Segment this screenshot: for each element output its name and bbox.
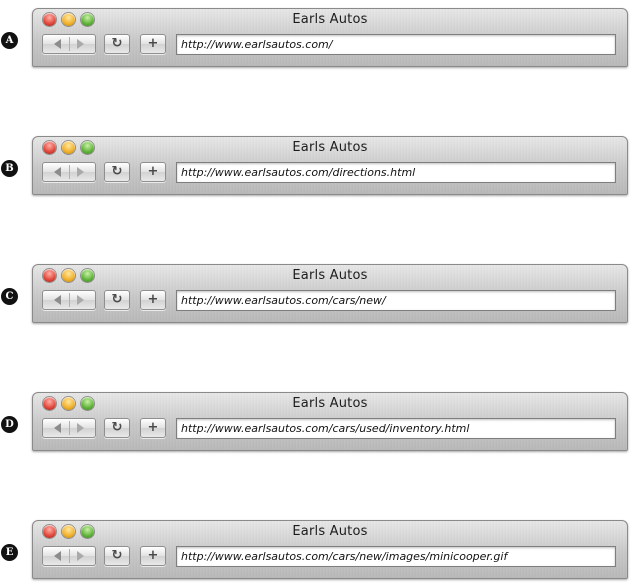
address-bar[interactable]: http://www.earlsautos.com/cars/new/: [176, 290, 616, 311]
window-title: Earls Autos: [292, 396, 368, 411]
reload-button[interactable]: ↻: [104, 162, 130, 182]
marker-badge: C: [1, 288, 18, 305]
back-forward-button[interactable]: [42, 34, 96, 54]
add-bookmark-button[interactable]: +: [140, 34, 166, 54]
browser-window: Earls Autos ↻ + http://www.earlsautos.co…: [32, 8, 628, 67]
forward-arrow-icon[interactable]: [77, 295, 84, 305]
back-arrow-icon[interactable]: [54, 295, 61, 305]
marker-badge: B: [1, 160, 18, 177]
browser-window: Earls Autos ↻ + http://www.earlsautos.co…: [32, 136, 628, 195]
divider: [69, 165, 70, 179]
plus-icon: +: [147, 36, 159, 51]
reload-button[interactable]: ↻: [104, 290, 130, 310]
marker-badge: A: [1, 32, 18, 49]
forward-arrow-icon[interactable]: [77, 39, 84, 49]
browser-window: Earls Autos ↻ + http://www.earlsautos.co…: [32, 264, 628, 323]
reload-icon: ↻: [111, 292, 123, 307]
back-forward-button[interactable]: [42, 162, 96, 182]
divider: [69, 421, 70, 435]
back-arrow-icon[interactable]: [54, 423, 61, 433]
forward-arrow-icon[interactable]: [77, 167, 84, 177]
window-title: Earls Autos: [292, 524, 368, 539]
add-bookmark-button[interactable]: +: [140, 546, 166, 566]
back-arrow-icon[interactable]: [54, 167, 61, 177]
window-title: Earls Autos: [292, 140, 368, 155]
browser-window: Earls Autos ↻ + http://www.earlsautos.co…: [32, 392, 628, 451]
back-forward-button[interactable]: [42, 290, 96, 310]
reload-icon: ↻: [111, 164, 123, 179]
forward-arrow-icon[interactable]: [77, 423, 84, 433]
address-bar[interactable]: http://www.earlsautos.com/: [176, 34, 616, 55]
browser-row-e: E Earls Autos ↻ + http://www.earlsautos.…: [0, 520, 638, 584]
marker-badge: D: [1, 416, 18, 433]
add-bookmark-button[interactable]: +: [140, 162, 166, 182]
reload-icon: ↻: [111, 36, 123, 51]
reload-icon: ↻: [111, 548, 123, 563]
window-title: Earls Autos: [292, 268, 368, 283]
plus-icon: +: [147, 420, 159, 435]
reload-button[interactable]: ↻: [104, 34, 130, 54]
address-bar[interactable]: http://www.earlsautos.com/cars/used/inve…: [176, 418, 616, 439]
marker-badge: E: [1, 544, 18, 561]
address-bar[interactable]: http://www.earlsautos.com/directions.htm…: [176, 162, 616, 183]
reload-button[interactable]: ↻: [104, 418, 130, 438]
plus-icon: +: [147, 548, 159, 563]
add-bookmark-button[interactable]: +: [140, 290, 166, 310]
plus-icon: +: [147, 292, 159, 307]
back-arrow-icon[interactable]: [54, 39, 61, 49]
browser-row-d: D Earls Autos ↻ + http://www.earlsautos.…: [0, 392, 638, 456]
window-title: Earls Autos: [292, 12, 368, 27]
browser-row-b: B Earls Autos ↻ + http://www.earlsautos.…: [0, 136, 638, 200]
add-bookmark-button[interactable]: +: [140, 418, 166, 438]
divider: [69, 293, 70, 307]
back-arrow-icon[interactable]: [54, 551, 61, 561]
back-forward-button[interactable]: [42, 546, 96, 566]
back-forward-button[interactable]: [42, 418, 96, 438]
divider: [69, 549, 70, 563]
browser-row-a: A Earls Autos ↻ + http://www.earlsautos.…: [0, 8, 638, 72]
reload-button[interactable]: ↻: [104, 546, 130, 566]
address-bar[interactable]: http://www.earlsautos.com/cars/new/image…: [176, 546, 616, 567]
reload-icon: ↻: [111, 420, 123, 435]
plus-icon: +: [147, 164, 159, 179]
browser-row-c: C Earls Autos ↻ + http://www.earlsautos.…: [0, 264, 638, 328]
browser-window: Earls Autos ↻ + http://www.earlsautos.co…: [32, 520, 628, 579]
forward-arrow-icon[interactable]: [77, 551, 84, 561]
divider: [69, 37, 70, 51]
